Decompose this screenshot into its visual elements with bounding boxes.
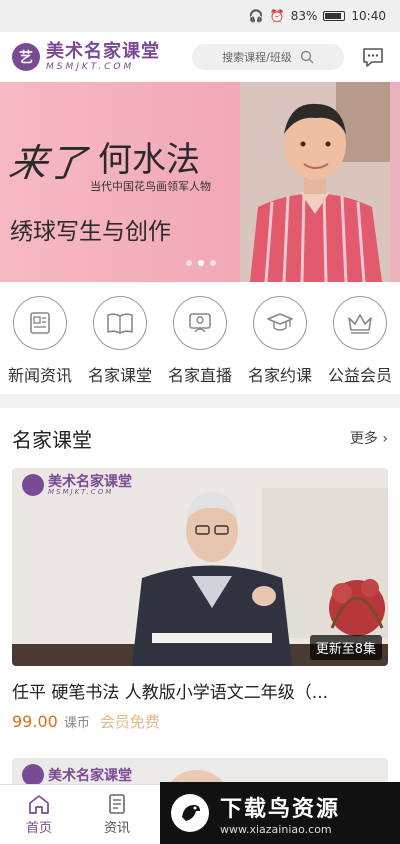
more-label: 更多: [349, 431, 378, 447]
thumb-logo-cn: 美术名家课堂: [48, 473, 132, 490]
course-price: 99.00: [12, 712, 58, 731]
tab-news-label: 资讯: [103, 821, 130, 836]
quick-nav: 新闻资讯 名家课堂 名家直播 名家约课 公益会员: [0, 282, 400, 394]
more-link[interactable]: 更多 ›: [350, 428, 388, 448]
banner-teacher-name: 何水法: [98, 140, 200, 180]
logo-mark-icon: [22, 474, 44, 496]
quick-nav-label: 公益会员: [327, 366, 392, 385]
course-price-row: 99.00 课币 会员免费: [12, 711, 388, 732]
search-placeholder: 搜索课程/班级: [222, 51, 292, 64]
teacher-portrait: [240, 82, 390, 282]
section-divider: [0, 394, 400, 408]
section-title: 名家课堂: [12, 427, 92, 452]
quick-nav-membership[interactable]: 公益会员: [320, 296, 400, 394]
banner-dot[interactable]: [186, 260, 192, 266]
member-free-label: 会员免费: [99, 713, 160, 731]
graduation-cap-icon: [253, 296, 307, 350]
quick-nav-live[interactable]: 名家直播: [160, 296, 240, 394]
banner-come-text: 来了: [6, 141, 89, 185]
banner-subtitle: 当代中国花鸟画领军人物: [90, 180, 211, 193]
alarm-icon: ⏰: [269, 9, 285, 23]
episode-badge: 更新至8集: [309, 635, 382, 660]
logo-cn: 美术名家课堂: [46, 40, 160, 62]
chat-bubble-icon: [363, 48, 383, 67]
section-header: 名家课堂 更多 ›: [0, 408, 400, 468]
quick-nav-label: 名家课堂: [87, 366, 152, 385]
news-icon: [13, 296, 67, 350]
app-logo[interactable]: 艺 美术名家课堂 MSMJKT.COM: [12, 40, 160, 72]
search-input[interactable]: 搜索课程/班级: [192, 44, 344, 70]
course-title[interactable]: 任平 硬笔书法 人教版小学语文二年级（...: [12, 678, 388, 703]
banner-dot-active[interactable]: [198, 260, 204, 266]
promo-banner[interactable]: 来了 何水法 当代中国花鸟画领军人物 绣球写生与创作: [0, 82, 400, 282]
watermark-title: 下载鸟资源: [220, 796, 341, 822]
banner-pagination: [186, 260, 216, 266]
live-icon: [173, 296, 227, 350]
quick-nav-classroom[interactable]: 名家课堂: [80, 296, 160, 394]
search-icon: [300, 50, 314, 64]
news-tab-icon: [109, 794, 125, 814]
quick-nav-booking[interactable]: 名家约课: [240, 296, 320, 394]
home-icon: [29, 795, 49, 814]
quick-nav-news[interactable]: 新闻资讯: [0, 296, 80, 394]
tab-home[interactable]: 首页: [0, 785, 78, 844]
status-bar: 🎧 ⏰ 83% 10:40: [0, 0, 400, 32]
quick-nav-label: 名家约课: [247, 366, 312, 385]
quick-nav-label: 名家直播: [167, 366, 232, 385]
battery-icon: [323, 11, 346, 21]
clock: 10:40: [351, 9, 386, 23]
watermark-url: www.xiazainiao.com: [220, 822, 332, 836]
chevron-right-icon: ›: [382, 431, 388, 447]
message-button[interactable]: [358, 42, 388, 72]
crown-icon: [333, 296, 387, 350]
bird-logo-icon: [171, 794, 209, 832]
course-card[interactable]: 美术名家课堂 MSMJKT.COM 更新至8集 任平 硬笔书法 人教版小学语文二…: [12, 468, 388, 732]
headphone-icon: 🎧: [248, 9, 264, 23]
app-header: 艺 美术名家课堂 MSMJKT.COM 搜索课程/班级: [0, 32, 400, 82]
quick-nav-label: 新闻资讯: [7, 366, 72, 385]
tab-news[interactable]: 资讯: [78, 785, 156, 844]
price-unit: 课币: [63, 716, 90, 731]
logo-mark-icon: 艺: [12, 43, 40, 71]
book-icon: [93, 296, 147, 350]
watermark-logo: 美术名家课堂: [22, 764, 132, 786]
thumb-logo-en: MSMJKT.COM: [48, 487, 114, 496]
tab-home-label: 首页: [25, 821, 52, 836]
watermark-logo: 美术名家课堂 MSMJKT.COM: [22, 474, 132, 496]
banner-dot[interactable]: [210, 260, 216, 266]
course-thumbnail[interactable]: 美术名家课堂 MSMJKT.COM 更新至8集: [12, 468, 388, 666]
logo-mark-icon: [22, 764, 44, 786]
site-watermark: 下载鸟资源 www.xiazainiao.com: [160, 782, 400, 844]
banner-topic: 绣球写生与创作: [10, 219, 171, 245]
thumb-logo-cn: 美术名家课堂: [48, 768, 132, 784]
battery-percent: 83%: [290, 9, 318, 23]
logo-en: MSMJKT.COM: [46, 61, 135, 72]
